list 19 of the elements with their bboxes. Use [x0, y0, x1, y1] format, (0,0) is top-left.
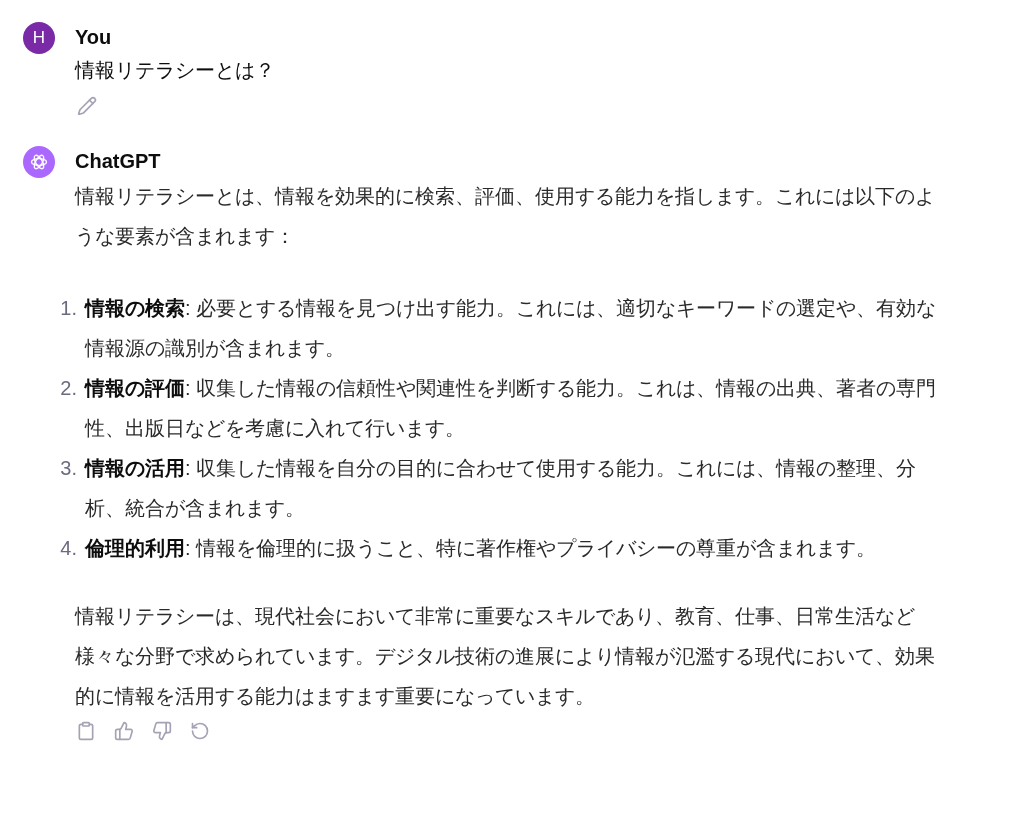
list-number: 4.: [59, 536, 78, 561]
user-avatar: H: [23, 22, 55, 54]
thumbs-down-button[interactable]: [151, 720, 173, 742]
list-item-text: 倫理的利用: 情報を倫理的に扱うこと、特に著作権やプライバシーの尊重が含まれます。: [83, 536, 878, 561]
message-text: 情報リテラシーとは？: [75, 58, 275, 83]
list-number: 1.: [59, 296, 78, 321]
list-number: 2.: [59, 376, 78, 401]
list-number: 3.: [59, 456, 78, 481]
message-paragraph: 情報リテラシーは、現代社会において非常に重要なスキルであり、教育、仕事、日常生活など様々な分野で求められています。デジタル技術の進展により情報が氾濫する現代において、効果的に情報を活用する能力はますます重要になっています。: [75, 604, 936, 709]
author-name: You: [75, 25, 113, 50]
regenerate-button[interactable]: [189, 720, 211, 742]
list-item-text: 情報の活用: 収集した情報を自分の目的に合わせて使用する能力。これには、情報の整理、分析、統合が含まれます。: [83, 456, 918, 521]
edit-button[interactable]: [75, 94, 99, 118]
assistant-avatar: [23, 146, 55, 178]
message-paragraph: 情報リテラシーとは、情報を効果的に検索、評価、使用する能力を指します。これには以下のような要素が含まれます：: [75, 184, 936, 249]
author-name: ChatGPT: [75, 149, 162, 174]
list-item-text: 情報の検索: 必要とする情報を見つけ出す能力。これには、適切なキーワードの選定や、有効な情報源の識別が含まれます。: [83, 296, 938, 361]
thumbs-up-button[interactable]: [113, 720, 135, 742]
list-item-text: 情報の評価: 収集した情報の信頼性や関連性を判断する能力。これは、情報の出典、著者の専門性、出版日などを考慮に入れて行います。: [83, 376, 938, 441]
